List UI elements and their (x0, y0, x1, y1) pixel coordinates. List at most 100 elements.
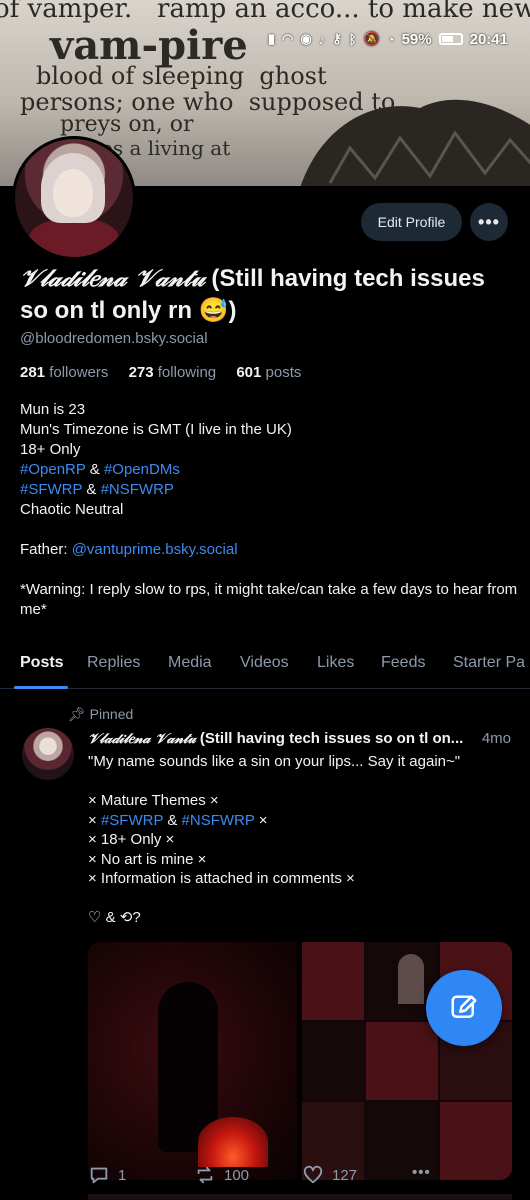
post-text: & (163, 811, 182, 829)
post-text: × (88, 811, 101, 829)
tab-likes[interactable]: Likes (317, 654, 354, 672)
hashtag-openrp[interactable]: #OpenRP (20, 461, 86, 478)
following-label: following (157, 364, 217, 381)
more-options-button[interactable]: ••• (470, 203, 508, 241)
repost-count: 100 (224, 1166, 250, 1184)
pinned-indicator: 📌︎ Pinned (68, 706, 133, 723)
reply-icon (90, 1167, 108, 1184)
profile-tabs: Posts Replies Media Videos Likes Feeds S… (0, 640, 530, 689)
tab-feeds[interactable]: Feeds (381, 654, 425, 672)
tab-replies[interactable]: Replies (87, 654, 140, 672)
more-icon: ••• (412, 1164, 431, 1181)
hashtag-nsfwrp[interactable]: #NSFWRP (101, 481, 174, 498)
tab-posts[interactable]: Posts (20, 654, 64, 672)
followers-label: followers (49, 364, 109, 381)
post-hashtag-nsfwrp[interactable]: #NSFWRP (182, 812, 255, 829)
post-actions: 1 100 127 ••• (88, 1164, 518, 1188)
bio-hashtags-line: #OpenRP & #OpenDMs (20, 460, 520, 480)
data-saver-icon: ◔ (386, 31, 395, 47)
post-line: × Information is attached in comments × (88, 870, 355, 887)
posts-stat: 601 posts (236, 364, 309, 381)
post-hashtag-sfwrp[interactable]: #SFWRP (101, 812, 163, 829)
active-tab-indicator (14, 686, 68, 689)
tab-media[interactable]: Media (168, 654, 212, 672)
post-spacer (88, 889, 513, 909)
mute-icon: 🔕 (363, 31, 380, 46)
profile-handle: @bloodredomen.bsky.social (20, 330, 208, 347)
post-body: "My name sounds like a sin on your lips.… (88, 752, 513, 928)
following-count: 273 (128, 364, 154, 381)
media-image-left[interactable] (88, 942, 297, 1180)
hashtag-sfwrp[interactable]: #SFWRP (20, 481, 82, 498)
notification-icon: ◉ (300, 31, 312, 46)
profile-avatar[interactable] (12, 136, 136, 260)
tab-starter-packs[interactable]: Starter Pa (453, 654, 525, 672)
bio-line: Mun is 23 (20, 401, 86, 418)
followers-count: 281 (20, 364, 46, 381)
display-name: 𝒱𝓁𝒶𝒹𝒾𝓁𝑒𝓃𝒶 𝒱𝒶𝓃𝓉𝓊 (Still having tech issue… (20, 262, 515, 327)
post-line: × 18+ Only × (88, 831, 175, 848)
pinned-label: Pinned (89, 706, 134, 722)
tiktok-icon: ♪ (318, 31, 326, 47)
status-bar: ▮ ◠ ◉ ♪ ⚷ ᛒ 🔕 ◔ 59% 20:41 (268, 26, 508, 52)
like-button[interactable]: 127 (302, 1164, 357, 1186)
post-more-button[interactable]: ••• (412, 1164, 431, 1181)
clock: 20:41 (469, 30, 508, 48)
post-line: × No art is mine × (88, 850, 207, 868)
wifi-icon: ◠ (282, 31, 294, 46)
post-author-avatar[interactable] (22, 728, 74, 780)
post-line: × Mature Themes × (88, 792, 219, 809)
display-name-fancy: 𝒱𝓁𝒶𝒹𝒾𝓁𝑒𝓃𝒶 𝒱𝒶𝓃𝓉𝓊 (20, 263, 205, 292)
post-hashtags-line: × #SFWRP & #NSFWRP × (88, 811, 513, 831)
bio-hashtags-line: #SFWRP & #NSFWRP (20, 480, 520, 500)
followers-stat[interactable]: 281 followers (20, 364, 116, 381)
bio-line: Mun's Timezone is GMT (I live in the UK) (20, 421, 292, 438)
post-timestamp[interactable]: 4mo (477, 730, 511, 747)
bat-wing-image (300, 99, 530, 186)
edit-profile-button[interactable]: Edit Profile (361, 203, 462, 241)
father-label: Father: (20, 541, 72, 558)
like-count: 127 (332, 1166, 358, 1184)
compose-icon (451, 995, 477, 1018)
repost-icon (197, 1166, 213, 1184)
post-line: "My name sounds like a sin on your lips.… (88, 753, 461, 770)
profile-stats: 281 followers 273 following 601 posts (20, 364, 317, 381)
hashtag-opendms[interactable]: #OpenDMs (104, 461, 180, 478)
post-author-rest: (Still having tech issues so on tl on... (195, 730, 464, 747)
signal-icon: ▮ (267, 31, 276, 46)
bio-father-line: Father: @vantuprime.bsky.social (20, 540, 520, 560)
next-post-preview (88, 1194, 512, 1200)
battery-percent: 59% (401, 30, 432, 48)
bio-spacer (20, 520, 520, 540)
post-author-name[interactable]: 𝒱𝓁𝒶𝒹𝒾𝓁𝑒𝓃𝒶 𝒱𝒶𝓃𝓉𝓊 (Still having tech issue… (88, 730, 463, 747)
compose-button[interactable] (426, 970, 502, 1046)
battery-icon (438, 33, 463, 45)
bio-line: Chaotic Neutral (20, 501, 124, 518)
posts-count: 601 (236, 364, 262, 381)
profile-bio: Mun is 23 Mun's Timezone is GMT (I live … (20, 400, 520, 620)
post-header: 𝒱𝓁𝒶𝒹𝒾𝓁𝑒𝓃𝒶 𝒱𝒶𝓃𝓉𝓊 (Still having tech issue… (88, 730, 518, 747)
key-icon: ⚷ (332, 31, 342, 46)
reply-button[interactable]: 1 (88, 1164, 126, 1186)
bio-warning: *Warning: I reply slow to rps, it might … (20, 581, 518, 618)
father-link[interactable]: @vantuprime.bsky.social (72, 541, 238, 558)
following-stat[interactable]: 273 following (129, 364, 225, 381)
bio-line: 18+ Only (20, 441, 81, 458)
pin-icon: 📌︎ (68, 706, 86, 722)
bluetooth-icon: ᛒ (348, 31, 357, 47)
banner-image-text: preys on, or (60, 112, 194, 137)
bio-spacer (20, 560, 520, 580)
banner-image-text: blood of sleeping ghost (36, 62, 327, 90)
post-text: × (254, 811, 268, 829)
amp-text: & (85, 461, 104, 478)
post-author-fancy: 𝒱𝓁𝒶𝒹𝒾𝓁𝑒𝓃𝒶 𝒱𝒶𝓃𝓉𝓊 (88, 731, 196, 747)
repost-button[interactable]: 100 (194, 1164, 249, 1186)
amp-text: & (82, 481, 101, 498)
heart-icon (303, 1165, 323, 1184)
post-line: ♡ & ⟲? (88, 909, 141, 926)
banner-image-text: of vamper. ramp an acco... to make new m… (0, 0, 530, 24)
reply-count: 1 (118, 1166, 127, 1184)
post-spacer (88, 772, 513, 792)
tab-videos[interactable]: Videos (240, 654, 289, 672)
posts-label: posts (265, 364, 302, 381)
